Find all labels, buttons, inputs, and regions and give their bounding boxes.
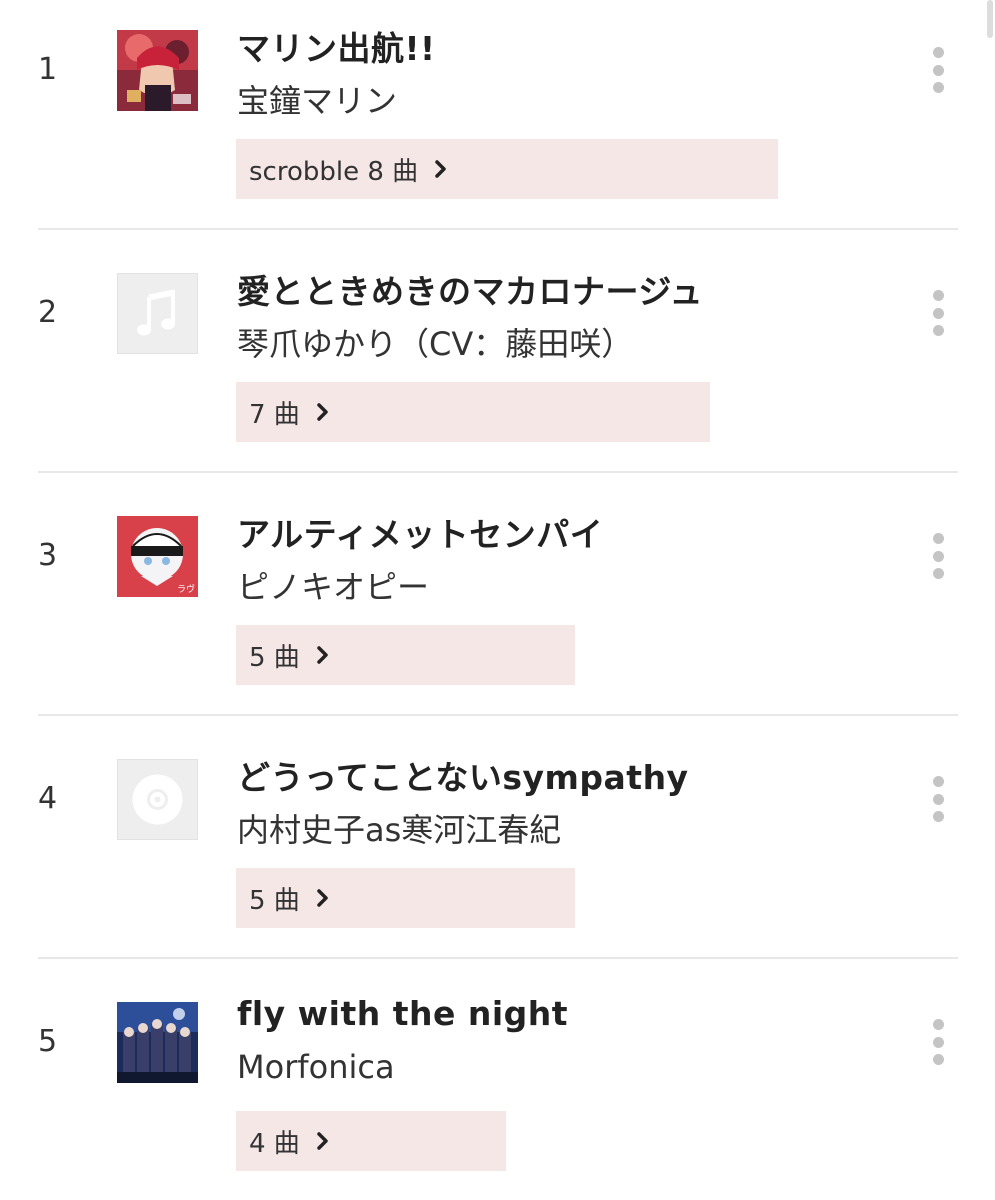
album-art-image[interactable]: ラヴ — [117, 516, 198, 597]
track-title[interactable]: マリン出航!! — [237, 22, 436, 70]
row-divider — [38, 228, 958, 230]
disc-placeholder-icon[interactable] — [117, 759, 198, 840]
track-rank: 5 — [38, 1024, 58, 1059]
track-row[interactable]: 1 マリン出航!! 宝鐘マリン scrobble 8 曲 — [0, 0, 995, 243]
scrobble-count-label: 7 曲 — [249, 399, 300, 430]
more-dot-icon — [932, 82, 944, 93]
more-dot-icon — [932, 47, 944, 58]
scrobble-count-label: scrobble 8 曲 — [249, 156, 419, 187]
row-divider — [38, 471, 958, 473]
track-row[interactable]: 2 愛とときめきのマカロナージュ 琴爪ゆかり（CV：藤田咲） 7 曲 — [0, 243, 995, 486]
track-row[interactable]: 5 fly with the night Morfonica 4 曲 — [0, 972, 995, 1200]
track-title[interactable]: どうってことないsympathy — [237, 751, 689, 799]
chevron-right-icon — [316, 402, 330, 422]
track-artist[interactable]: 琴爪ゆかり（CV：藤田咲） — [237, 319, 633, 365]
scrobble-count-label: 5 曲 — [249, 642, 300, 673]
scrobble-count-button[interactable]: 5 曲 — [236, 625, 575, 685]
chevron-right-icon — [434, 159, 448, 179]
more-dot-icon — [932, 550, 944, 562]
album-art-image[interactable] — [117, 1002, 198, 1083]
more-options-button[interactable] — [924, 776, 952, 822]
album-art-image[interactable] — [117, 30, 198, 111]
more-dot-icon — [932, 64, 944, 76]
track-title[interactable]: アルティメットセンパイ — [237, 508, 603, 556]
scrobble-count-button[interactable]: 4 曲 — [236, 1111, 506, 1171]
scrobble-count-button[interactable]: scrobble 8 曲 — [236, 139, 778, 199]
scrobble-count-label: 4 曲 — [249, 1128, 300, 1159]
track-rank: 3 — [38, 538, 58, 573]
scrobble-count-label: 5 曲 — [249, 885, 300, 916]
scrobble-count-button[interactable]: 5 曲 — [236, 868, 575, 928]
more-options-button[interactable] — [924, 1019, 952, 1065]
track-rank: 1 — [38, 52, 58, 87]
music-note-placeholder-icon[interactable] — [117, 273, 198, 354]
track-rank: 4 — [38, 781, 58, 816]
scrobble-count-button[interactable]: 7 曲 — [236, 382, 710, 442]
track-artist[interactable]: 内村史子as寒河江春紀 — [237, 805, 561, 851]
track-title[interactable]: fly with the night — [237, 994, 568, 1033]
track-row[interactable]: 3 ラヴ アルティメットセンパイ ピノキオピー 5 曲 — [0, 486, 995, 729]
more-options-button[interactable] — [924, 533, 952, 579]
track-artist[interactable]: 宝鐘マリン — [237, 76, 397, 122]
more-dot-icon — [932, 533, 944, 544]
top-tracks-list: 1 マリン出航!! 宝鐘マリン scrobble 8 曲 2 愛とときめきのマカ… — [0, 0, 995, 1200]
track-title[interactable]: 愛とときめきのマカロナージュ — [237, 265, 703, 313]
more-dot-icon — [932, 290, 944, 301]
track-artist[interactable]: Morfonica — [237, 1048, 395, 1086]
more-options-button[interactable] — [924, 290, 952, 336]
row-divider — [38, 957, 958, 959]
more-dot-icon — [932, 1054, 944, 1065]
more-dot-icon — [932, 811, 944, 822]
scrollbar-thumb[interactable] — [987, 0, 993, 38]
row-divider — [38, 714, 958, 716]
chevron-right-icon — [316, 888, 330, 908]
more-dot-icon — [932, 307, 944, 319]
svg-text:ラヴ: ラヴ — [177, 583, 195, 595]
track-row[interactable]: 4 どうってことないsympathy 内村史子as寒河江春紀 5 曲 — [0, 729, 995, 972]
more-options-button[interactable] — [924, 47, 952, 93]
track-artist[interactable]: ピノキオピー — [237, 562, 429, 608]
track-rank: 2 — [38, 295, 58, 330]
more-dot-icon — [932, 776, 944, 787]
more-dot-icon — [932, 568, 944, 579]
chevron-right-icon — [316, 645, 330, 665]
chevron-right-icon — [316, 1131, 330, 1151]
more-dot-icon — [932, 1019, 944, 1030]
more-dot-icon — [932, 793, 944, 805]
more-dot-icon — [932, 1036, 944, 1048]
more-dot-icon — [932, 325, 944, 336]
